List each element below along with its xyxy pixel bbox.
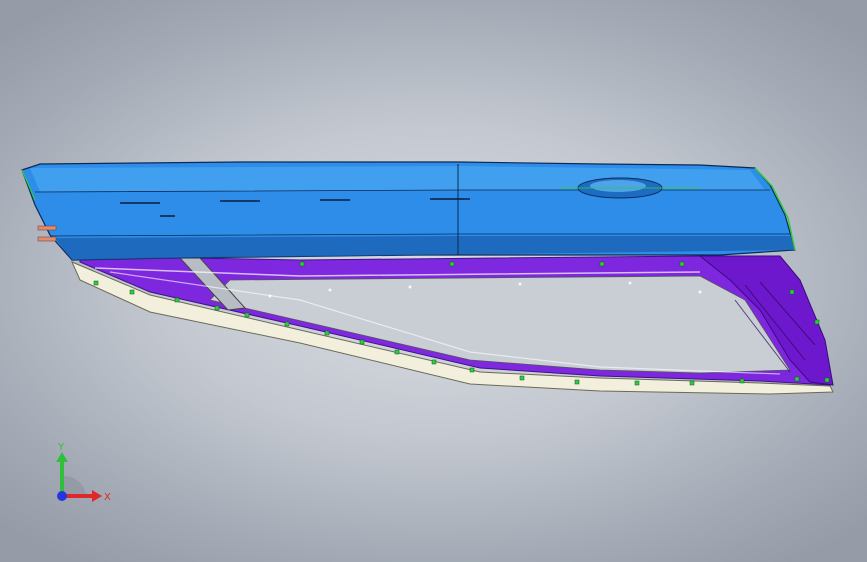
reference-triad: Y X: [56, 442, 111, 503]
hinge-pin-lower: [37, 236, 57, 242]
x-axis-label: X: [104, 492, 111, 503]
z-axis-dot: [57, 491, 67, 501]
y-axis-label: Y: [57, 442, 65, 453]
cad-model[interactable]: [0, 0, 867, 562]
hinge-pin-upper: [37, 225, 57, 231]
graphics-viewport[interactable]: Y X: [0, 0, 867, 562]
